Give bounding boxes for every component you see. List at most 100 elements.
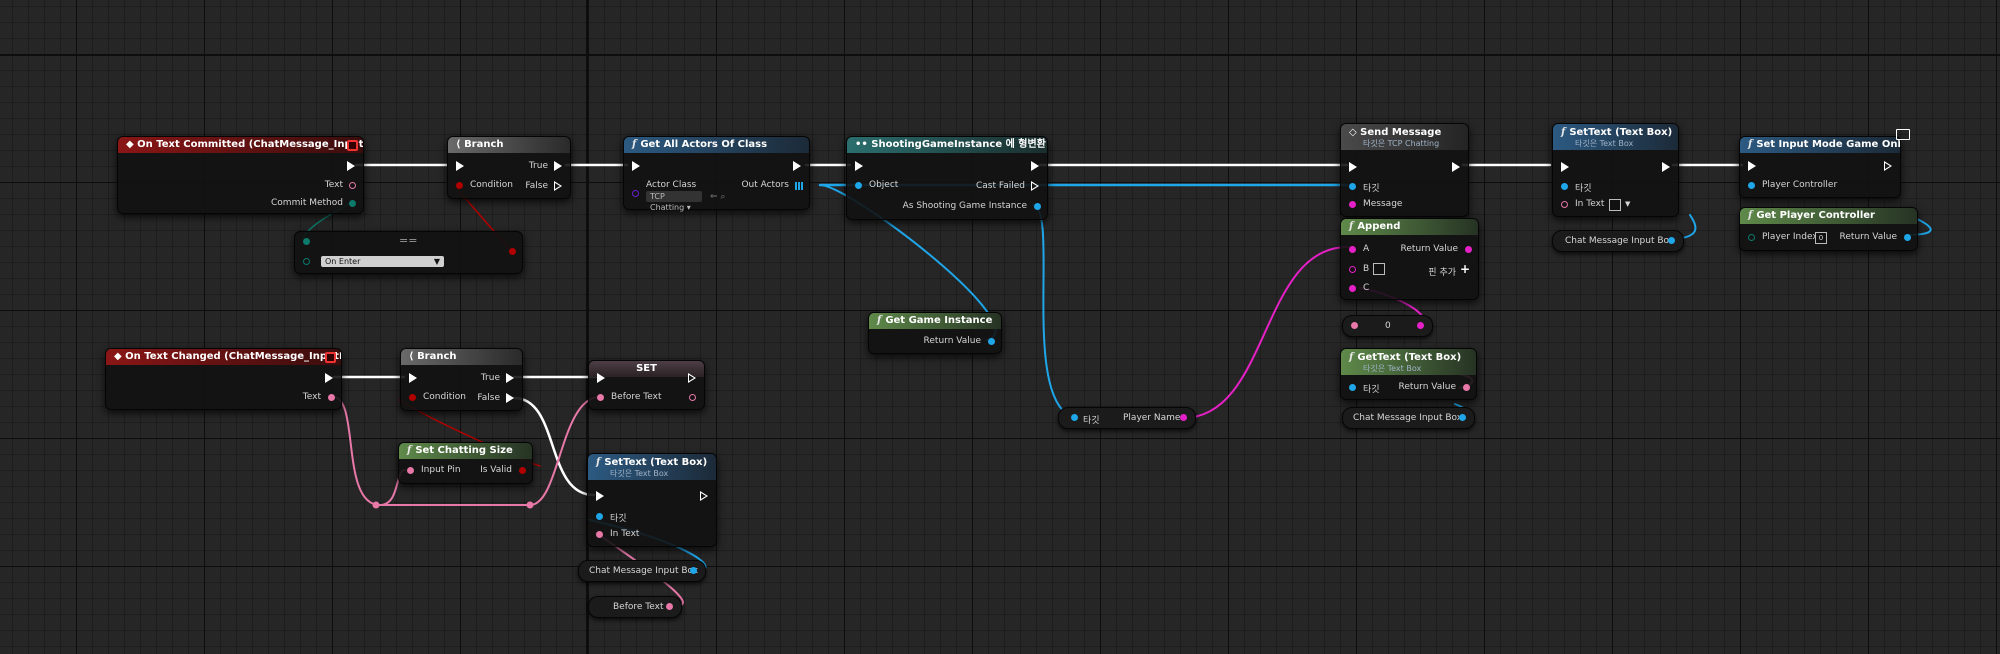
branch-node-top[interactable]: ⟨ Branch Condition True False — [447, 136, 571, 199]
exec-input-pin[interactable] — [596, 491, 604, 501]
exec-output-pin[interactable] — [1031, 161, 1039, 171]
cast-node[interactable]: •• ShootingGameInstance 에 형변환 Object Cas… — [846, 136, 1048, 220]
equal-enum-node[interactable]: == On Enter ▼ — [294, 231, 523, 274]
add-pin-button[interactable]: 핀 추가 — [1428, 265, 1456, 278]
player-name-variable[interactable]: 타깃 Player Name — [1058, 407, 1196, 429]
exec-output-pin[interactable] — [1452, 162, 1460, 172]
exec-input-pin[interactable] — [409, 373, 417, 383]
exec-input-pin[interactable] — [632, 161, 640, 171]
in-text-input-pin[interactable] — [596, 531, 603, 538]
set-input-mode-node[interactable]: f Set Input Mode Game Only Player Control… — [1739, 129, 1910, 198]
text-output-pin[interactable] — [328, 394, 335, 401]
commit-method-output-pin[interactable] — [349, 200, 356, 207]
enum-input-pin-a[interactable] — [303, 238, 310, 245]
b-value-box[interactable] — [1373, 263, 1385, 275]
enum-value-dropdown[interactable]: On Enter ▼ — [321, 256, 444, 267]
plus-icon[interactable]: + — [1460, 262, 1470, 276]
player-index-input-pin[interactable] — [1748, 234, 1755, 241]
chevron-down-icon: ▼ — [433, 257, 440, 266]
before-text-input-pin[interactable] — [597, 394, 604, 401]
variable-label: Chat Message Input Box — [589, 566, 699, 576]
literal-value-node[interactable]: 0 — [1342, 315, 1433, 337]
message-input-pin[interactable] — [1349, 201, 1356, 208]
exec-input-pin[interactable] — [456, 161, 464, 171]
output-delegate-pin[interactable] — [325, 352, 336, 363]
chat-message-input-box-variable[interactable]: Chat Message Input Box — [1342, 407, 1475, 429]
exec-output-pin[interactable] — [700, 491, 708, 501]
true-exec-output-pin[interactable] — [506, 373, 514, 383]
exec-input-pin[interactable] — [1748, 161, 1756, 171]
in-text-input-pin[interactable] — [1561, 201, 1568, 208]
variable-output-pin[interactable] — [1180, 414, 1187, 421]
exec-input-pin[interactable] — [1561, 162, 1569, 172]
target-input-pin[interactable] — [596, 513, 603, 520]
target-input-pin[interactable] — [1349, 183, 1356, 190]
class-picker-dropdown[interactable]: TCP Chatting ▾ — [646, 191, 702, 212]
set-variable-node[interactable]: SET Before Text — [588, 360, 705, 410]
get-all-actors-node[interactable]: f Get All Actors Of Class Actor Class TCP… — [623, 136, 810, 212]
condition-input-pin[interactable] — [456, 182, 463, 189]
player-controller-input-pin[interactable] — [1748, 182, 1755, 189]
chat-message-input-box-variable-top[interactable]: Chat Message Input Box — [1552, 230, 1684, 252]
chevron-down-icon[interactable]: ▼ — [1625, 200, 1630, 208]
object-input-pin[interactable] — [855, 182, 862, 189]
variable-output-pin[interactable] — [1459, 414, 1466, 421]
exec-output-pin[interactable] — [793, 161, 801, 171]
output-delegate-pin[interactable] — [347, 140, 358, 151]
exec-output-pin[interactable] — [688, 373, 696, 383]
get-player-controller-node[interactable]: f Get Player Controller Player Index 0 Re… — [1739, 207, 1918, 251]
literal-output-pin[interactable] — [1417, 322, 1424, 329]
before-text-output-pin[interactable] — [689, 394, 696, 401]
event-node-on-text-committed[interactable]: ◆ On Text Committed (ChatMessage_InputBo… — [117, 136, 364, 214]
before-text-variable[interactable]: Before Text — [588, 596, 682, 618]
condition-input-pin[interactable] — [409, 394, 416, 401]
chat-message-input-box-variable-bottom[interactable]: Chat Message Input Box — [578, 560, 706, 582]
c-input-pin[interactable] — [1349, 285, 1356, 292]
cast-failed-exec-output-pin[interactable] — [1031, 181, 1039, 191]
append-node[interactable]: f Append A B C Return Value 핀 추가 + — [1340, 218, 1479, 300]
text-output-pin[interactable] — [349, 182, 356, 189]
enum-input-pin-b[interactable] — [303, 258, 310, 265]
player-index-value-box[interactable]: 0 — [1815, 232, 1827, 244]
is-valid-output-pin[interactable] — [519, 467, 526, 474]
b-input-pin[interactable] — [1349, 266, 1356, 273]
array-output-pin-icon[interactable] — [795, 182, 803, 190]
false-exec-output-pin[interactable] — [554, 181, 562, 191]
target-input-pin[interactable] — [1071, 414, 1078, 421]
exec-output-pin[interactable] — [347, 161, 355, 171]
exec-input-pin[interactable] — [855, 161, 863, 171]
return-value-output-pin[interactable] — [1463, 384, 1470, 391]
literal-input-pin[interactable] — [1351, 322, 1358, 329]
send-message-node[interactable]: ◇ Send Message 타깃은 TCP Chatting 타깃 Messag… — [1340, 123, 1469, 217]
bool-output-pin[interactable] — [509, 248, 516, 255]
target-input-pin[interactable] — [1349, 384, 1356, 391]
exec-output-pin[interactable] — [325, 373, 333, 383]
true-exec-output-pin[interactable] — [554, 161, 562, 171]
input-pin[interactable] — [407, 467, 414, 474]
variable-output-pin[interactable] — [690, 567, 697, 574]
return-value-output-pin[interactable] — [1465, 246, 1472, 253]
settext-node-bottom[interactable]: f SetText (Text Box) 타깃은 Text Box 타깃 In Te… — [587, 453, 717, 547]
exec-output-pin[interactable] — [1884, 161, 1892, 171]
as-instance-output-pin[interactable] — [1034, 203, 1041, 210]
settext-node-top[interactable]: f SetText (Text Box) 타깃은 Text Box 타깃 In Te… — [1552, 123, 1679, 217]
actor-class-input-pin[interactable] — [632, 190, 639, 197]
variable-output-pin[interactable] — [1668, 237, 1675, 244]
exec-input-pin[interactable] — [1349, 162, 1357, 172]
false-exec-output-pin[interactable] — [506, 393, 514, 403]
target-input-pin[interactable] — [1561, 183, 1568, 190]
exec-output-pin[interactable] — [1662, 162, 1670, 172]
exec-input-pin[interactable] — [597, 373, 605, 383]
a-input-pin[interactable] — [1349, 246, 1356, 253]
return-value-output-pin[interactable] — [1904, 234, 1911, 241]
variable-output-pin[interactable] — [666, 603, 673, 610]
event-node-on-text-changed[interactable]: ◆ On Text Changed (ChatMessage_InputBox)… — [105, 348, 342, 410]
branch-node-bottom[interactable]: ⟨ Branch Condition True False — [400, 348, 523, 411]
browse-arrow-icon[interactable]: ⇐ ⌕ — [710, 192, 725, 202]
return-value-output-pin[interactable] — [988, 338, 995, 345]
target-pin-label: 타깃 — [1363, 184, 1380, 194]
text-value-box[interactable] — [1609, 199, 1621, 211]
gettext-node[interactable]: f GetText (Text Box) 타깃은 Text Box 타깃 Retur… — [1340, 348, 1477, 400]
set-chatting-size-node[interactable]: f Set Chatting Size Input Pin Is Valid — [398, 442, 533, 484]
get-game-instance-node[interactable]: f Get Game Instance Return Value — [868, 312, 1002, 354]
